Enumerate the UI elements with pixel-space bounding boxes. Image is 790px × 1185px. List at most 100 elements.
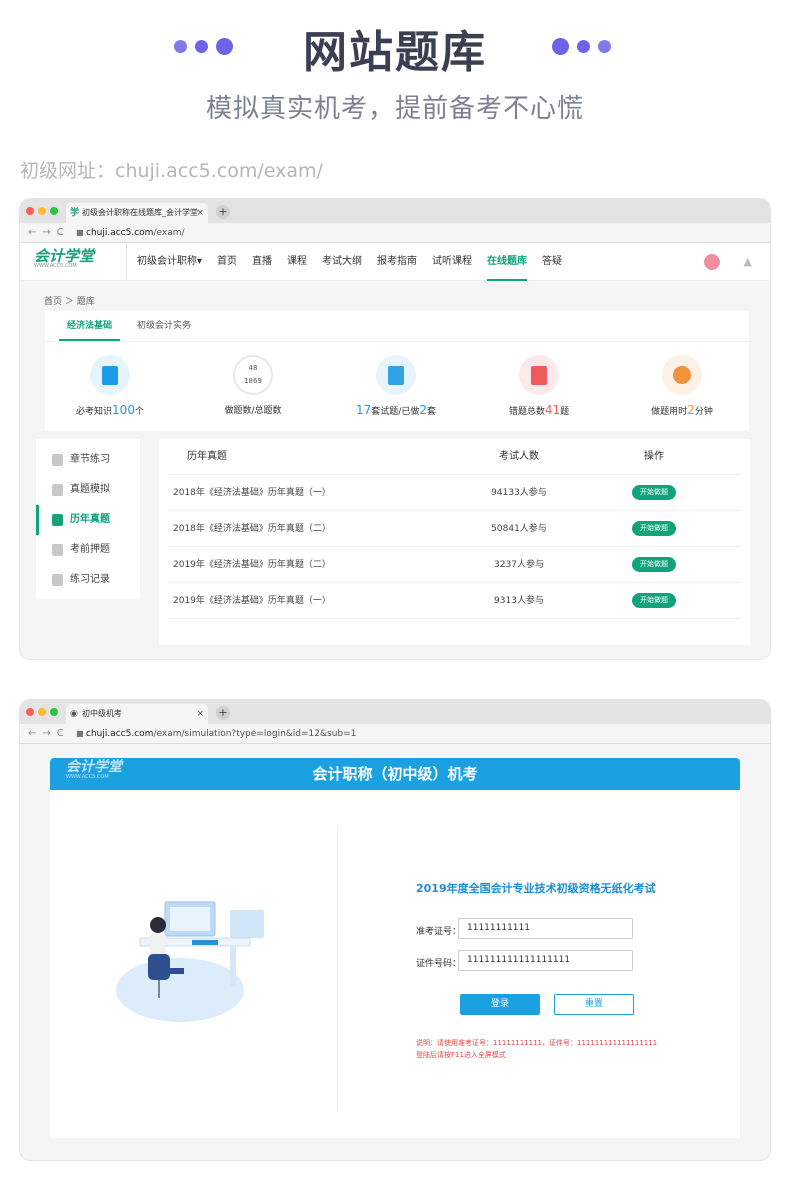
sidebar-item[interactable]: 真题模拟 [36,475,140,505]
maximize-window-button[interactable] [50,207,58,215]
sidebar-item[interactable]: 考前押题 [36,535,140,565]
exam-header: 会计学堂 WWW.ACC5.COM 会计职称（初中级）机考 [50,758,740,790]
address-bar[interactable]: ←→C ■ chuji.acc5.com/exam/simulation?typ… [20,724,770,744]
browser-tabbar: 学 初级会计职称在线题库_会计学堂 × + [20,199,770,223]
id-number-label: 证件号码： [416,959,462,969]
start-practice-button[interactable]: 开始做题 [632,521,676,536]
col-header-exam: 历年真题 [187,451,227,462]
browser-nav-buttons[interactable]: ←→C [28,724,70,744]
tab-title: 初级会计职称在线题库_会计学堂 [82,208,198,217]
start-practice-button[interactable]: 开始做题 [632,593,676,608]
tab-accounting-practice[interactable]: 初级会计实务 [129,311,199,341]
tab-close-icon[interactable]: × [196,203,204,223]
admission-id-input[interactable]: 11111111111 [458,918,633,939]
table-row: 2019年《经济法基础》历年真题（二） 3237人参与 开始做题 [169,547,740,583]
document-icon [90,355,130,395]
nav-item[interactable]: 试听课程 [432,243,472,281]
exam-name: 2019年《经济法基础》历年真题（二） [173,560,331,570]
subject-panel: 经济法基础 初级会计实务 必考知识100个 48 1869 做题数/总题数 17套… [45,311,749,431]
maximize-window-button[interactable] [50,708,58,716]
table-header: 历年真题 考试人数 操作 [169,439,740,475]
nav-item[interactable]: 课程 [287,243,307,281]
address-bar[interactable]: ←→C ■ chuji.acc5.com/exam/ [20,223,770,243]
avatar[interactable] [704,254,720,270]
sidebar-item-label: 真题模拟 [70,484,110,495]
reset-button[interactable]: 重置 [554,994,634,1015]
minimize-window-button[interactable] [38,708,46,716]
url-text[interactable]: chuji.acc5.com/exam/ [86,223,185,243]
sidebar-item-icon [52,574,63,586]
exam-login-panel: 2019年度全国会计专业技术初级资格无纸化考试 准考证号： 1111111111… [50,790,740,1138]
close-window-button[interactable] [26,207,34,215]
nav-item[interactable]: 初级会计职称▾ [137,243,202,281]
browser-tab[interactable]: 学 初级会计职称在线题库_会计学堂 × [66,203,208,223]
browser-tab[interactable]: ◉ 初中级机考 × [66,704,208,724]
sidebar-item-label: 考前押题 [70,544,110,555]
main-nav: 初级会计职称▾ 首页 直播 课程 考试大纲 报考指南 试听课程 在线题库 答疑 [126,243,577,281]
hero-subtitle: 模拟真实机考，提前备考不心慌 [205,94,584,124]
col-header-count: 考试人数 [499,451,539,462]
stat-time-used: 做题用时2分钟 [622,355,742,417]
exam-header-title: 会计职称（初中级）机考 [312,765,478,783]
site-navbar: 会计学堂 WWW.ACC5.COM 初级会计职称▾ 首页 直播 课程 考试大纲 报考指南 试听… [20,243,770,281]
nav-item[interactable]: 答疑 [542,243,562,281]
exam-illustration [116,901,264,1022]
admission-id-label: 准考证号： [416,927,462,937]
sidebar-item[interactable]: 章节练习 [36,445,140,475]
login-note: 说明：请使用准考证号：11111111111，证件号：1111111111111… [416,1039,658,1047]
exam-name: 2019年《经济法基础》历年真题（一） [173,596,331,606]
progress-ring-icon: 48 1869 [233,355,273,395]
table-row: 2019年《经济法基础》历年真题（一） 9313人参与 开始做题 [169,583,740,619]
sidebar-item-label: 章节练习 [70,454,110,465]
table-row: 2018年《经济法基础》历年真题（一） 94133人参与 开始做题 [169,475,740,511]
hero-title: 网站题库 [303,27,487,78]
sidebar-item[interactable]: 练习记录 [36,565,140,595]
url-text[interactable]: chuji.acc5.com/exam/simulation?type=logi… [86,724,356,744]
browser-tabbar: ◉ 初中级机考 × + [20,700,770,724]
id-number-input[interactable]: 111111111111111111 [458,950,633,971]
sidebar-item-icon [52,454,63,466]
error-list-icon [519,355,559,395]
tab-title: 初中级机考 [82,709,122,718]
globe-icon: ◉ [70,709,78,719]
exam-name: 2018年《经济法基础》历年真题（二） [173,524,331,534]
nav-item[interactable]: 直播 [252,243,272,281]
start-practice-button[interactable]: 开始做题 [632,557,676,572]
nav-item[interactable]: 报考指南 [377,243,417,281]
participant-count: 94133人参与 [491,488,547,498]
new-tab-button[interactable]: + [216,706,230,720]
sidebar-item-label: 练习记录 [70,574,110,585]
tab-close-icon[interactable]: × [196,704,204,724]
nav-item[interactable]: 首页 [217,243,237,281]
nav-item[interactable]: 考试大纲 [322,243,362,281]
exam-name: 2018年《经济法基础》历年真题（一） [173,488,331,498]
participant-count: 3237人参与 [494,560,544,570]
participant-count: 50841人参与 [491,524,547,534]
login-button[interactable]: 登录 [460,994,540,1015]
site-logo[interactable]: 会计学堂 WWW.ACC5.COM [34,249,94,270]
exam-logo: 会计学堂 WWW.ACC5.COM [66,759,122,780]
tab-economic-law[interactable]: 经济法基础 [59,311,121,341]
stat-progress: 48 1869 做题数/总题数 [193,355,313,416]
practice-sidebar: 章节练习真题模拟历年真题考前押题练习记录 [36,439,140,599]
action-cell: 开始做题 [594,475,714,511]
site-favicon-icon: 学 [70,208,80,218]
lock-icon: ■ [76,729,84,738]
new-tab-button[interactable]: + [216,205,230,219]
start-practice-button[interactable]: 开始做题 [632,485,676,500]
lock-icon: ■ [76,228,84,237]
breadcrumb[interactable]: 首页 ＞ 题库 [44,294,95,307]
table-row: 2018年《经济法基础》历年真题（二） 50841人参与 开始做题 [169,511,740,547]
url-note: 初级网址：chuji.acc5.com/exam/ [20,160,323,182]
window-controls [26,708,58,716]
alarm-clock-icon [662,355,702,395]
browser-window-question-bank: 学 初级会计职称在线题库_会计学堂 × + ←→C ■ chuji.acc5.c… [20,199,770,659]
close-window-button[interactable] [26,708,34,716]
nav-item[interactable]: 在线题库 [487,243,528,281]
browser-nav-buttons[interactable]: ←→C [28,223,70,243]
sidebar-item[interactable]: 历年真题 [36,505,140,535]
bell-icon[interactable]: ▲ [744,255,752,268]
sidebar-item-icon [52,544,63,556]
past-exams-table: 历年真题 考试人数 操作 2018年《经济法基础》历年真题（一） 94133人参与… [159,439,750,645]
minimize-window-button[interactable] [38,207,46,215]
